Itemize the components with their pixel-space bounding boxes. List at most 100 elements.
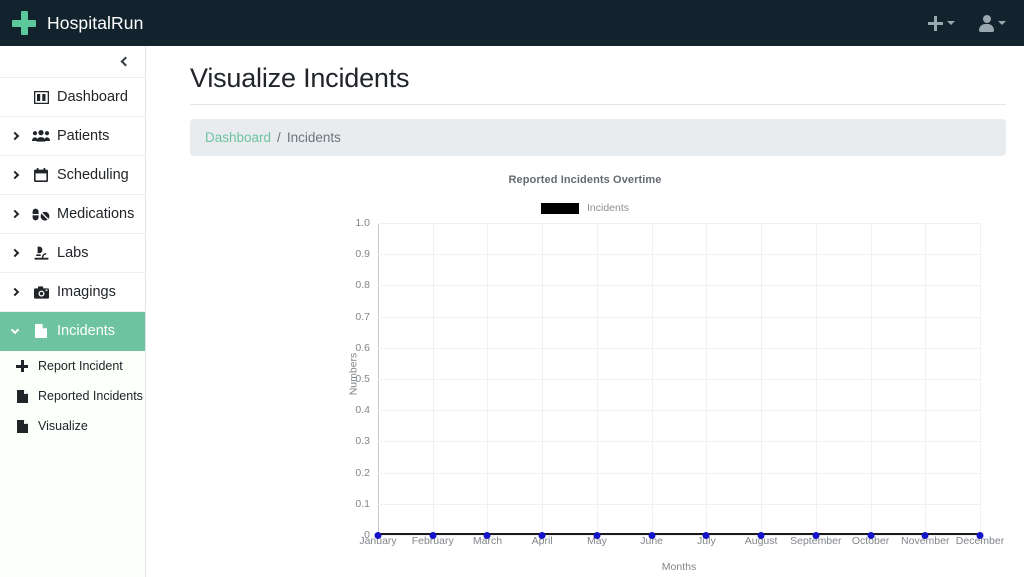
chart-gridline-h	[378, 472, 980, 474]
cross-icon	[12, 11, 36, 35]
main-content: Visualize Incidents Dashboard / Incident…	[146, 46, 1024, 577]
chart-data-point[interactable]	[538, 531, 546, 539]
chevron-right-icon	[10, 131, 20, 141]
sidebar-item-dashboard[interactable]: Dashboard	[0, 78, 145, 117]
breadcrumb-current: Incidents	[286, 130, 341, 145]
sidebar-subitem-visualize[interactable]: Visualize	[0, 411, 145, 441]
patients-icon	[32, 130, 50, 142]
add-dropdown-button[interactable]	[928, 15, 955, 31]
chart-data-point[interactable]	[483, 531, 491, 539]
sidebar-item-label: Imagings	[57, 284, 116, 300]
chevron-down-icon	[947, 21, 955, 25]
chart-gridline-h	[378, 316, 980, 318]
sidebar-item-medications[interactable]: Medications	[0, 195, 145, 234]
legend-swatch-incidents	[540, 202, 579, 214]
sidebar-subitem-label: Report Incident	[38, 359, 123, 373]
chart-y-tick-label: 0.8	[355, 279, 370, 292]
sidebar-subitem-reported-incidents[interactable]: Reported Incidents	[0, 381, 145, 411]
chart-title: Reported Incidents Overtime	[508, 174, 662, 186]
sidebar: Dashboard Patients Scheduling Medication…	[0, 46, 146, 577]
chart-data-point[interactable]	[757, 531, 765, 539]
sidebar-collapse-button[interactable]	[0, 46, 145, 78]
sidebar-subitem-label: Visualize	[38, 419, 88, 433]
sidebar-item-patients[interactable]: Patients	[0, 117, 145, 156]
chart-gridline-v	[925, 223, 927, 535]
chart-gridline-v	[432, 223, 434, 535]
chart-y-tick-label: 0.4	[355, 404, 370, 417]
chevron-down-icon	[10, 325, 20, 334]
chevron-down-icon	[998, 21, 1006, 25]
chevron-right-icon	[10, 248, 20, 258]
brand-title: HospitalRun	[47, 12, 144, 33]
chevron-right-icon	[10, 287, 20, 297]
file-icon	[14, 419, 30, 433]
sidebar-subitem-label: Reported Incidents	[38, 389, 143, 403]
chart-gridline-h	[378, 347, 980, 349]
chart-y-tick-label: 0.7	[355, 310, 370, 323]
breadcrumb-link-dashboard[interactable]: Dashboard	[205, 130, 271, 145]
top-navbar: HospitalRun	[0, 0, 1024, 46]
chart-gridline-v	[487, 223, 489, 535]
chart-data-point[interactable]	[593, 531, 601, 539]
chart-y-tick-label: 0.6	[355, 341, 370, 354]
navbar-actions	[928, 15, 1006, 32]
sidebar-item-label: Incidents	[57, 323, 116, 339]
breadcrumb: Dashboard / Incidents	[190, 119, 1006, 156]
chart-plot-area: 0 0.1 0.2 0.3 0.4 0.5 0.6 0.7 0.8 0.9 1.0 January Fe…	[355, 217, 1004, 547]
dashboard-icon	[32, 90, 50, 104]
calendar-icon	[32, 168, 50, 182]
chart-gridline-h	[378, 441, 980, 443]
chart-x-axis-label: Months	[661, 561, 697, 573]
chart-y-tick-label: 0.9	[355, 248, 370, 261]
file-icon	[14, 389, 30, 403]
chart-data-point[interactable]	[648, 531, 656, 539]
chart-data-point[interactable]	[976, 531, 984, 539]
microscope-icon	[32, 246, 50, 260]
chart-gridline-v	[542, 223, 544, 535]
sidebar-item-labs[interactable]: Labs	[0, 234, 145, 273]
sidebar-item-label: Labs	[57, 245, 89, 261]
sidebar-item-scheduling[interactable]: Scheduling	[0, 156, 145, 195]
sidebar-item-label: Medications	[57, 206, 135, 222]
chart-gridline-v	[596, 223, 598, 535]
chart-y-tick-label: 0.2	[355, 466, 370, 479]
chart-data-point[interactable]	[867, 531, 875, 539]
legend-label-incidents: Incidents	[586, 202, 630, 214]
chevron-left-icon	[120, 56, 131, 67]
sidebar-item-incidents[interactable]: Incidents	[0, 312, 145, 351]
pills-icon	[32, 208, 50, 221]
chart-y-tick-label: 1.0	[355, 217, 370, 229]
chart-gridline-v	[706, 223, 708, 535]
chart-gridline-h	[378, 410, 980, 412]
chart-gridline-v	[761, 223, 763, 535]
chart-data-point[interactable]	[429, 531, 437, 539]
chart-gridline-h	[378, 379, 980, 380]
file-icon	[32, 324, 50, 338]
chevron-right-icon	[10, 170, 20, 180]
chart-data-point[interactable]	[921, 531, 929, 539]
chart-gridline-h	[378, 285, 980, 287]
camera-icon	[32, 285, 50, 299]
title-divider	[190, 104, 1006, 105]
chart-legend: Incidents	[146, 202, 1024, 214]
chevron-right-icon	[10, 209, 20, 219]
sidebar-item-imagings[interactable]: Imagings	[0, 273, 145, 312]
sidebar-item-label: Patients	[57, 128, 110, 144]
chart-data-point[interactable]	[702, 531, 710, 539]
sidebar-item-label: Scheduling	[57, 167, 129, 183]
chart-y-tick-label: 0.5	[355, 373, 370, 385]
chart-data-point[interactable]	[812, 531, 820, 539]
plus-icon	[928, 15, 943, 31]
breadcrumb-separator: /	[277, 130, 281, 145]
brand-logo[interactable]: HospitalRun	[12, 11, 143, 35]
page-title: Visualize Incidents	[190, 63, 410, 93]
chart-data-point[interactable]	[374, 531, 382, 539]
user-dropdown-button[interactable]	[979, 15, 1006, 32]
chart-gridline-v	[815, 223, 817, 535]
incidents-chart: Reported Incidents Overtime Incidents Nu…	[146, 174, 1024, 574]
chart-gridline-v	[980, 223, 981, 535]
chart-gridline-h	[378, 503, 980, 505]
sidebar-subitem-report-incident[interactable]: Report Incident	[0, 351, 145, 381]
plus-icon	[14, 360, 30, 372]
chart-gridline-v	[651, 223, 653, 535]
